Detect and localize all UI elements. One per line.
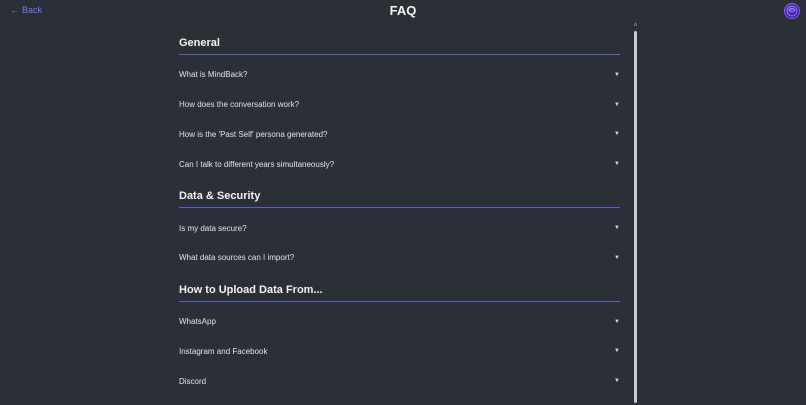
faq-question: Discord bbox=[179, 376, 207, 386]
scrollbar[interactable]: ˄ bbox=[633, 23, 638, 403]
faq-item[interactable]: How is the 'Past Self' persona generated… bbox=[179, 120, 620, 150]
faq-content: General What is MindBack? ▼ How does the… bbox=[179, 26, 620, 396]
faq-question: WhatsApp bbox=[179, 317, 216, 327]
section-title: General bbox=[179, 29, 620, 55]
chevron-down-icon: ▼ bbox=[614, 254, 620, 261]
faq-item[interactable]: Is my data secure? ▼ bbox=[179, 213, 620, 243]
faq-question: Is my data secure? bbox=[179, 223, 247, 233]
faq-question: How does the conversation work? bbox=[179, 100, 300, 110]
faq-item[interactable]: Discord ▼ bbox=[179, 366, 620, 396]
chevron-down-icon: ▼ bbox=[614, 101, 620, 108]
chevron-down-icon: ▼ bbox=[614, 348, 620, 355]
faq-item[interactable]: What is MindBack? ▼ bbox=[179, 60, 620, 90]
chevron-down-icon: ▼ bbox=[614, 225, 620, 232]
section-title: Data & Security bbox=[179, 182, 620, 209]
section-title: How to Upload Data From... bbox=[179, 276, 620, 302]
top-bar: ← Back FAQ bbox=[0, 0, 806, 24]
faq-question: What is MindBack? bbox=[179, 70, 248, 80]
chevron-down-icon: ▼ bbox=[614, 318, 620, 325]
chevron-down-icon: ▼ bbox=[614, 161, 620, 168]
faq-item[interactable]: How does the conversation work? ▼ bbox=[179, 90, 620, 120]
avatar-brain-icon bbox=[786, 5, 798, 17]
faq-question: Can I talk to different years simultaneo… bbox=[179, 159, 335, 169]
section-general: General What is MindBack? ▼ How does the… bbox=[179, 29, 620, 179]
section-upload-data: How to Upload Data From... WhatsApp ▼ In… bbox=[179, 276, 620, 396]
page-title: FAQ bbox=[389, 3, 417, 18]
faq-item[interactable]: WhatsApp ▼ bbox=[179, 307, 620, 337]
faq-item[interactable]: Instagram and Facebook ▼ bbox=[179, 337, 620, 367]
scroll-thumb[interactable] bbox=[634, 31, 637, 403]
avatar[interactable] bbox=[784, 3, 800, 19]
section-data-security: Data & Security Is my data secure? ▼ Wha… bbox=[179, 182, 620, 273]
faq-item[interactable]: Can I talk to different years simultaneo… bbox=[179, 149, 620, 179]
faq-question: What data sources can I import? bbox=[179, 253, 295, 263]
chevron-down-icon: ▼ bbox=[614, 131, 620, 138]
scroll-up-icon[interactable]: ˄ bbox=[633, 23, 638, 29]
chevron-down-icon: ▼ bbox=[614, 71, 620, 78]
faq-question: How is the 'Past Self' persona generated… bbox=[179, 129, 328, 139]
faq-item[interactable]: What data sources can I import? ▼ bbox=[179, 243, 620, 273]
chevron-down-icon: ▼ bbox=[614, 378, 620, 385]
faq-question: Instagram and Facebook bbox=[179, 346, 268, 356]
